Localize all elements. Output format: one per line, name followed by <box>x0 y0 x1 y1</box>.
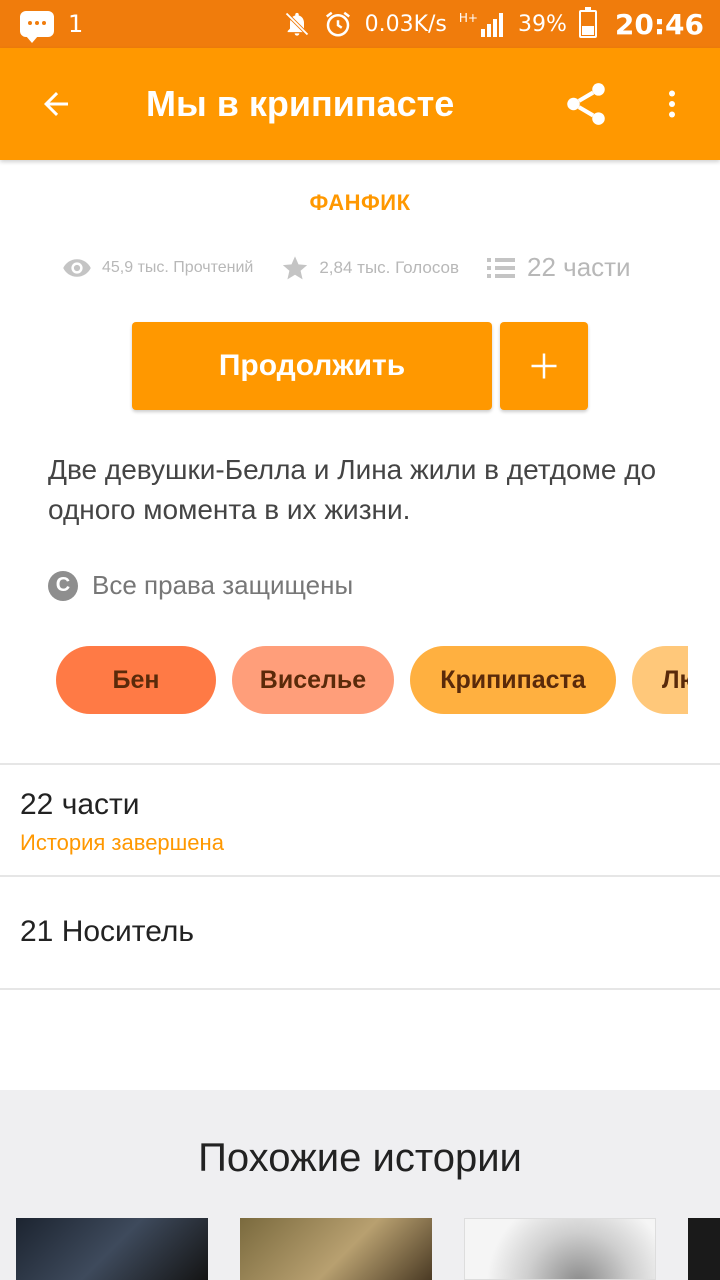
bell-off-icon <box>284 12 309 36</box>
message-notification-icon <box>20 11 54 43</box>
tag-chip[interactable]: Лю <box>632 646 688 714</box>
alarm-icon <box>325 11 350 37</box>
network-speed: 0.03K/s <box>364 11 447 37</box>
story-cover[interactable] <box>464 1218 656 1280</box>
eye-icon <box>63 258 91 277</box>
parts-stat: 22 части <box>487 252 631 283</box>
signal-icon <box>480 13 503 37</box>
reads-stat: 45,9 тыс. Прочтений <box>62 257 253 279</box>
tag-chip[interactable]: Виселье <box>232 646 394 714</box>
app-bar: Мы в крипипасте <box>0 48 720 160</box>
similar-stories-title: Похожие истории <box>198 1136 522 1180</box>
battery-percent: 39% <box>517 11 567 37</box>
star-icon <box>283 255 308 279</box>
more-options-button[interactable] <box>636 68 708 140</box>
tag-chip[interactable]: Бен <box>56 646 216 714</box>
copyright-text: Все права защищены <box>92 570 354 600</box>
divider <box>0 988 720 990</box>
tag-chip[interactable]: Крипипаста <box>410 646 616 714</box>
story-stats: 45,9 тыс. Прочтений 2,84 тыс. Голосов 22… <box>62 252 682 283</box>
reads-count: 45,9 тыс. Прочтений <box>102 258 254 276</box>
page-title: Мы в крипипасте <box>146 83 455 124</box>
plus-icon <box>531 353 557 379</box>
table-of-contents-row[interactable]: 22 части История завершена <box>0 766 720 874</box>
share-icon <box>567 83 605 125</box>
tag-list: БенВисельеКрипипастаЛю <box>56 646 688 714</box>
list-icon <box>487 257 515 278</box>
story-status: История завершена <box>20 830 224 855</box>
latest-part-row[interactable]: 21 Носитель <box>0 877 720 987</box>
clock: 20:46 <box>614 7 704 41</box>
votes-count: 2,84 тыс. Голосов <box>319 257 459 277</box>
battery-icon <box>578 7 597 38</box>
more-vert-icon <box>669 90 675 118</box>
story-kind-label: ФАНФИК <box>309 190 411 215</box>
back-arrow-icon <box>44 92 68 116</box>
story-cover[interactable] <box>16 1218 208 1280</box>
parts-count: 22 части <box>527 252 631 282</box>
copyright-row: C Все права защищены <box>48 570 353 601</box>
divider <box>0 763 720 765</box>
story-description: Две девушки-Белла и Лина жили в детдоме … <box>48 454 657 525</box>
copyright-icon: C <box>48 570 78 601</box>
votes-stat: 2,84 тыс. Голосов <box>281 254 459 282</box>
continue-reading-button[interactable]: Продолжить <box>132 322 492 410</box>
status-bar: 1 0.03K/s H+ 39% 20:46 <box>0 0 720 48</box>
share-button[interactable] <box>550 68 622 140</box>
back-button[interactable] <box>20 68 92 140</box>
add-to-library-button[interactable] <box>500 322 588 410</box>
toc-parts-count: 22 части <box>20 788 140 821</box>
similar-stories-list <box>16 1218 720 1280</box>
network-type: H+ <box>458 11 478 25</box>
story-cover[interactable] <box>688 1218 720 1280</box>
notification-count: 1 <box>68 10 84 38</box>
similar-stories-section: Похожие истории <box>0 1090 720 1280</box>
story-cover[interactable] <box>240 1218 432 1280</box>
latest-part-title: 21 Носитель <box>20 915 195 948</box>
